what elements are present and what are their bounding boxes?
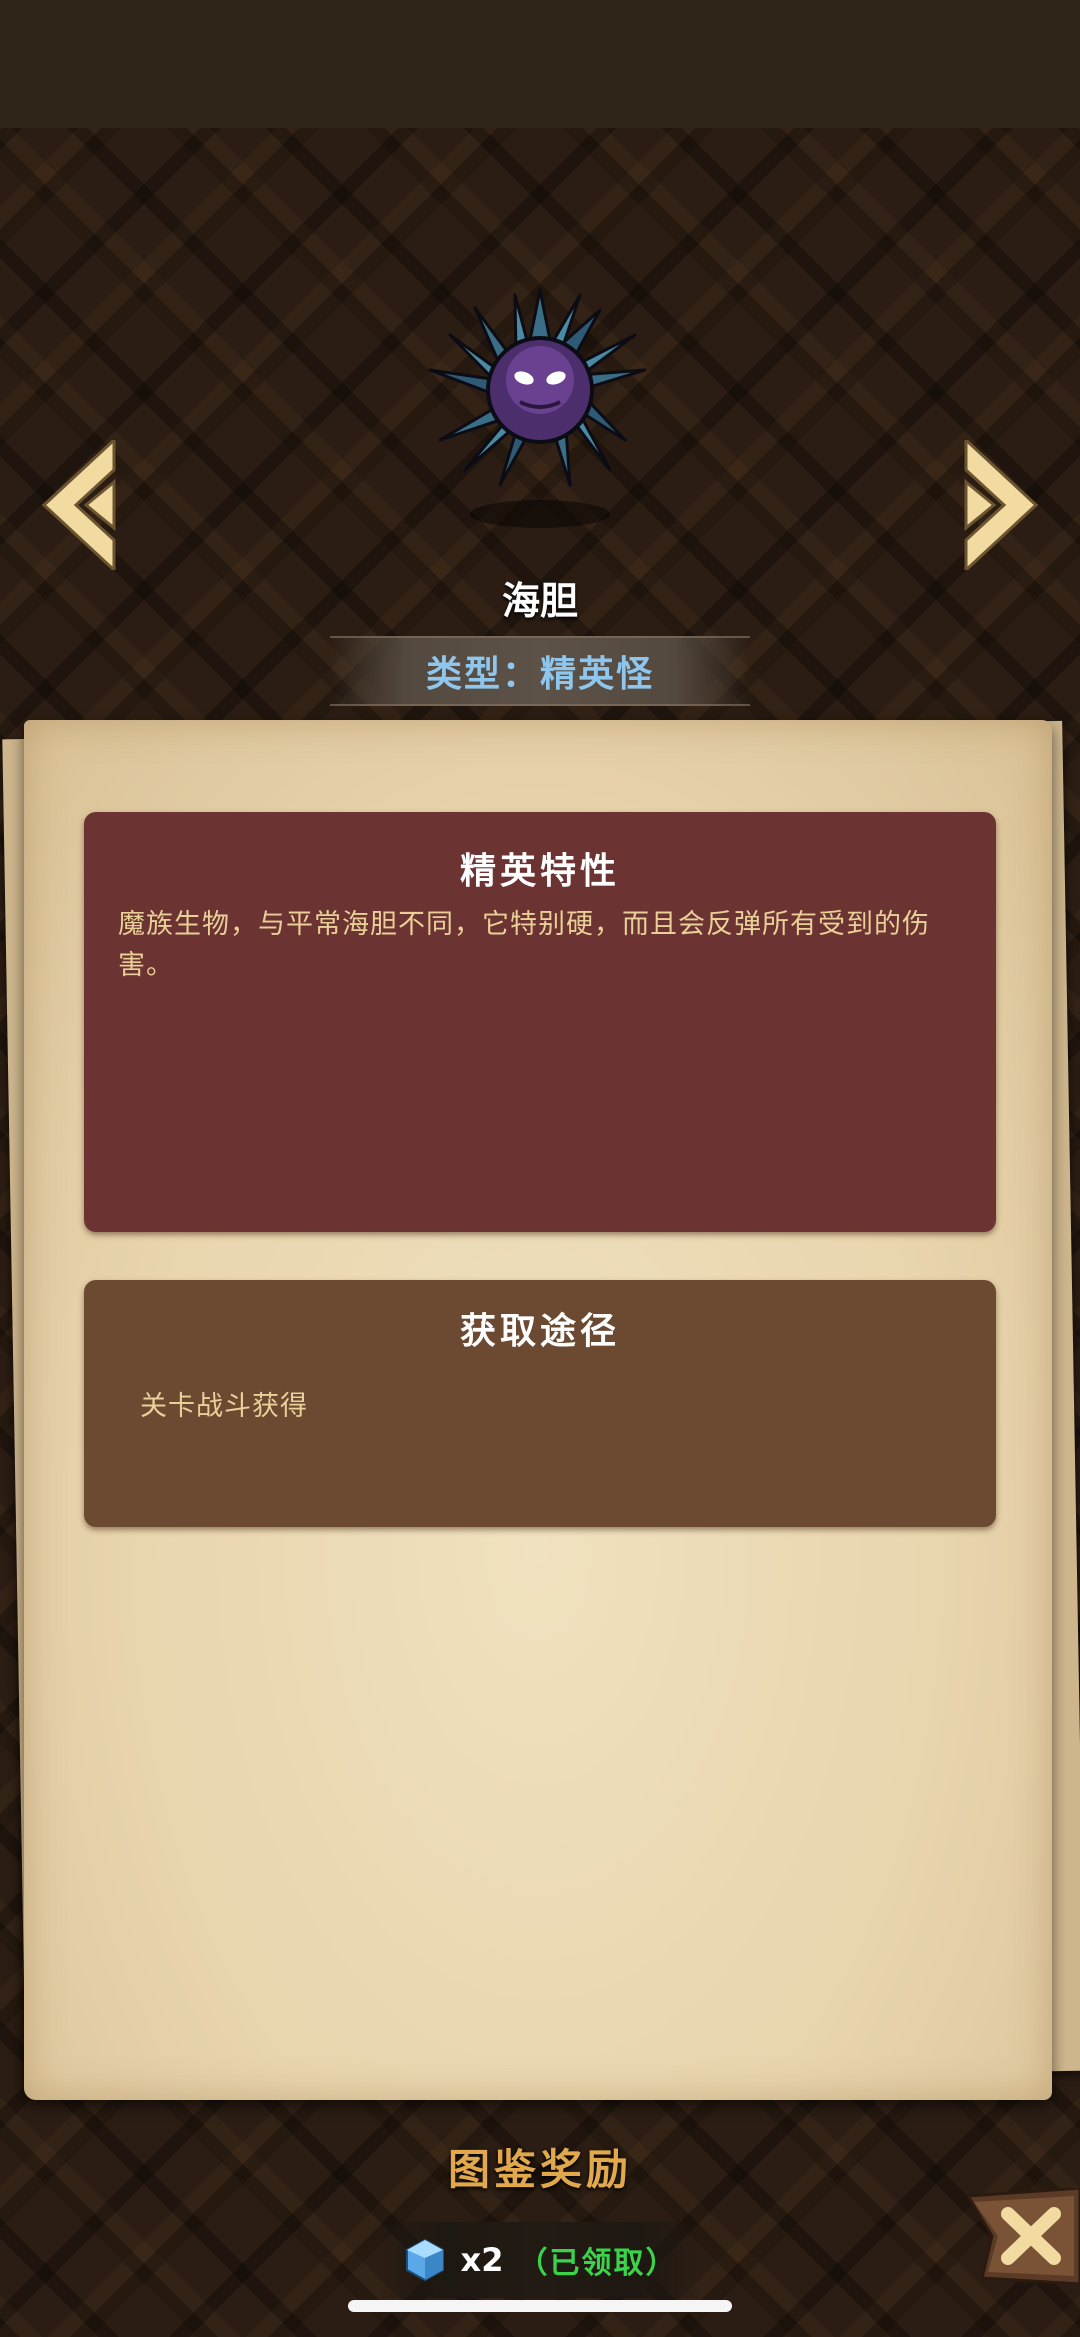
monster-type-label: 类型：精英怪: [425, 654, 654, 695]
home-indicator[interactable]: [348, 2300, 732, 2312]
top-bar: [0, 0, 1080, 131]
obtain-method-text: 关卡战斗获得: [140, 1391, 308, 1422]
monster-name: 海胆: [501, 579, 578, 623]
close-button[interactable]: [968, 2188, 1080, 2284]
blue-gem-icon: [405, 2238, 444, 2282]
monster-type-banner: 类型：精英怪: [330, 636, 750, 706]
sea-urchin-monster-image: [428, 288, 647, 487]
codex-reward-title: 图鉴奖励: [447, 2145, 632, 2194]
elite-trait-card: 精英特性 魔族生物，与平常海胆不同，它特别硬，而且会反弹所有受到的伤害。: [84, 812, 996, 1232]
elite-trait-description: 魔族生物，与平常海胆不同，它特别硬，而且会反弹所有受到的伤害。: [118, 909, 930, 981]
chevron-left-icon: [41, 440, 116, 570]
obtain-method-title: 获取途径: [459, 1311, 620, 1352]
prev-monster-button[interactable]: [34, 440, 124, 570]
obtain-method-card: 获取途径 关卡战斗获得: [84, 1280, 996, 1527]
monster-shadow: [470, 500, 610, 528]
reward-claimed-status: （已领取）: [517, 2246, 678, 2281]
elite-trait-title: 精英特性: [459, 851, 620, 892]
codex-reward-bar: x2 （已领取）: [380, 2222, 700, 2298]
chevron-right-icon: [964, 440, 1039, 570]
next-monster-button[interactable]: [956, 440, 1046, 570]
reward-count: x2: [460, 2241, 504, 2279]
